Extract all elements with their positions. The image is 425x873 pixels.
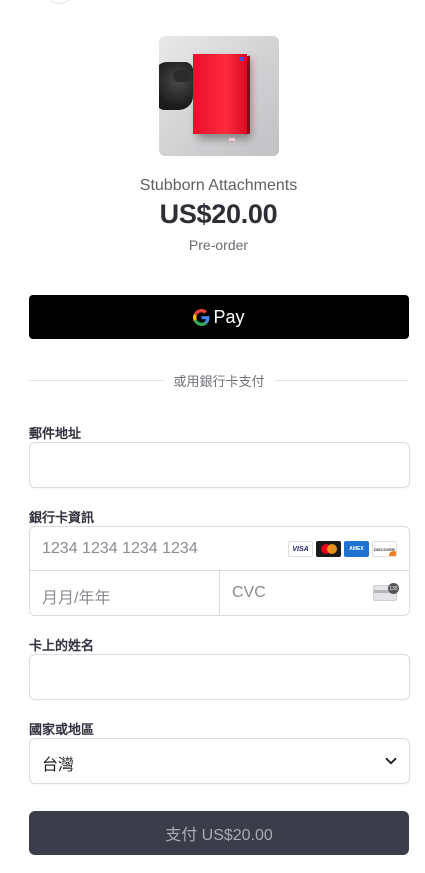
divider-text: 或用銀行卡支付 — [173, 373, 265, 389]
pay-button[interactable]: 支付 US$20.00 — [29, 811, 409, 855]
google-g-icon — [193, 308, 210, 326]
divider-line-right — [274, 379, 410, 381]
discover-icon: DISCOVER — [372, 541, 397, 557]
divider-line-left — [29, 379, 164, 381]
email-field[interactable] — [29, 442, 410, 488]
preorder-label: Pre-order — [188, 237, 249, 253]
product-image — [159, 36, 279, 156]
amex-icon: AMEX — [344, 541, 369, 557]
payment-divider: 或用銀行卡支付 — [29, 370, 410, 390]
card-info-group: 1234 1234 1234 1234 VISA AMEX DISCOVER 月… — [29, 526, 410, 616]
visa-icon: VISA — [288, 541, 313, 557]
card-cvc-field[interactable]: CVC 135 — [220, 571, 410, 615]
back-button-fragment[interactable] — [44, 0, 74, 4]
card-number-field[interactable]: 1234 1234 1234 1234 VISA AMEX DISCOVER — [30, 527, 409, 571]
product-price: US$20.00 — [159, 199, 278, 229]
card-expiry-placeholder: 月月/年年 — [42, 590, 111, 607]
hand-shape — [159, 62, 193, 110]
book-text-mark — [229, 138, 235, 141]
google-pay-button[interactable]: Pay — [29, 295, 409, 339]
card-brand-icons: VISA AMEX DISCOVER — [288, 541, 397, 557]
card-number-placeholder: 1234 1234 1234 1234 — [42, 540, 198, 557]
book-badge — [240, 57, 244, 61]
mastercard-icon — [316, 541, 341, 557]
card-expiry-field[interactable]: 月月/年年 — [30, 571, 220, 615]
card-cvc-placeholder: CVC — [232, 584, 266, 601]
cardholder-name-field[interactable] — [29, 654, 410, 700]
email-label: 郵件地址 — [29, 426, 82, 441]
card-info-label: 銀行卡資訊 — [29, 510, 95, 525]
google-pay-label: Pay — [213, 306, 245, 327]
country-selected-value: 台灣 — [42, 757, 75, 774]
cvc-card-icon: 135 — [373, 583, 399, 601]
book-cover — [193, 54, 247, 141]
hand-detail — [173, 70, 191, 82]
cardholder-name-label: 卡上的姓名 — [29, 638, 95, 653]
country-label: 國家或地區 — [29, 722, 95, 737]
chevron-down-icon — [385, 757, 397, 765]
cvc-badge-icon: 135 — [388, 583, 399, 594]
country-select[interactable]: 台灣 — [29, 738, 410, 784]
product-name: Stubborn Attachments — [139, 177, 298, 194]
